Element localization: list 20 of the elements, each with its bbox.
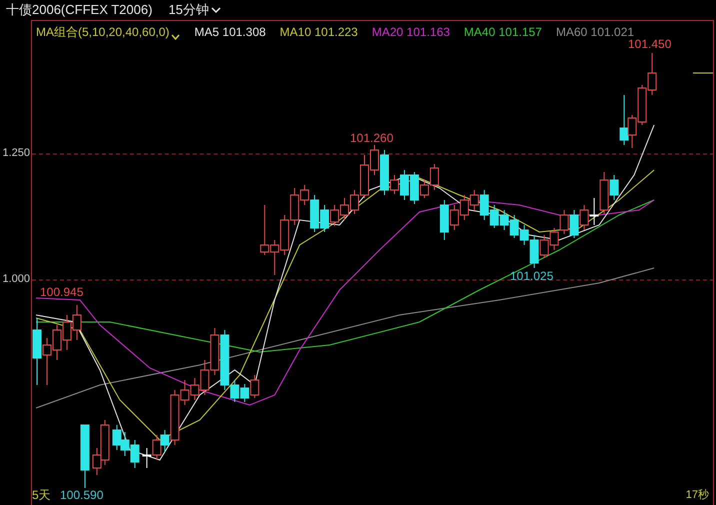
moving-average-value: MA20 101.163 (372, 24, 450, 41)
range-label: 5天 (32, 489, 51, 501)
chevron-down-icon (210, 6, 221, 14)
price-marker-line (692, 72, 713, 74)
price-label: 101.025 (510, 270, 554, 282)
period-selector[interactable]: 15分钟 (168, 0, 221, 20)
price-label: 100.590 (60, 489, 104, 501)
price-label: 101.450 (628, 38, 672, 50)
moving-average-value: MA40 101.157 (464, 24, 542, 41)
indicator-selector[interactable]: MA组合(5,10,20,40,60,0) (36, 23, 180, 41)
moving-average-value: MA10 101.223 (280, 24, 358, 41)
moving-average-value: MA5 101.308 (194, 24, 266, 41)
y-axis-label: 1.250 (2, 148, 30, 159)
price-label: 100.945 (40, 286, 84, 298)
price-label: 101.260 (350, 132, 394, 144)
countdown-label: 17秒 (686, 490, 709, 501)
moving-average-value: MA60 101.021 (556, 24, 634, 40)
chevron-down-icon (171, 34, 180, 41)
instrument-title: 十债2006(CFFEX T2006) (6, 1, 152, 20)
y-axis-label: 1.000 (2, 274, 30, 285)
